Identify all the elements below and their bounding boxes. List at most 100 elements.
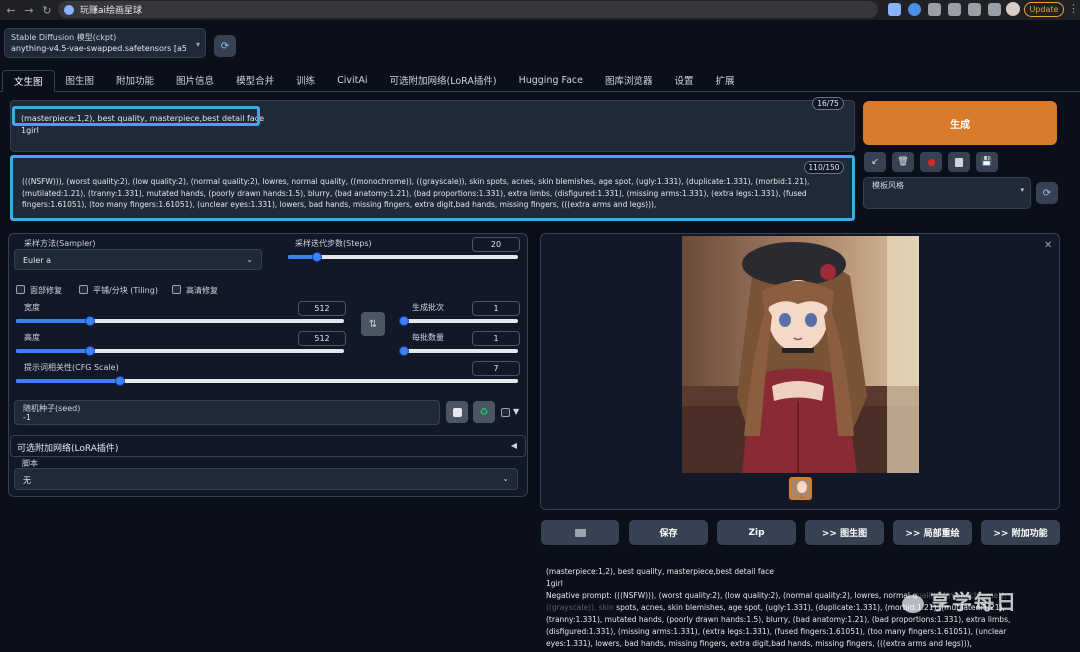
folder-icon [574,528,586,537]
puzzle-icon[interactable] [948,3,961,16]
refresh-checkpoint-button[interactable]: ⟳ [214,35,236,57]
cfg-slider-fill [16,379,120,383]
recycle-seed-button[interactable]: ♻ [473,401,495,423]
sampler-select[interactable]: Euler a ⌄ [14,249,262,270]
triangle-left-icon: ◀ [510,441,517,450]
hires-checkbox[interactable] [172,285,181,294]
save-button[interactable]: 保存 [629,520,708,545]
tab-3[interactable]: 图片信息 [165,69,225,91]
random-seed-button[interactable] [446,401,468,423]
restore-faces-checkbox[interactable] [16,285,25,294]
generate-button[interactable]: 生成 [863,101,1057,145]
height-slider-thumb[interactable] [85,346,96,356]
hires-label: 高清修复 [186,286,218,295]
cfg-input[interactable]: 7 [472,361,520,376]
sampler-value: Euler a [23,256,52,265]
tab-1[interactable]: 图生图 [55,69,106,91]
tab-2[interactable]: 附加功能 [105,69,165,91]
camera-icon[interactable] [928,3,941,16]
tiling-label: 平铺/分块 (Tiling) [93,286,158,295]
chevron-down-icon: ⌄ [246,255,253,264]
width-input[interactable]: 512 [298,301,346,316]
cfg-slider-thumb[interactable] [114,376,125,386]
negative-token-counter: 110/150 [804,161,844,174]
forward-icon[interactable]: → [20,1,38,19]
style-icon[interactable] [920,152,942,172]
checkpoint-select[interactable]: Stable Diffusion 模型(ckpt) anything-v4.5-… [4,28,206,58]
height-input[interactable]: 512 [298,331,346,346]
info-prompt-line-1: (masterpiece:1,2), best quality, masterp… [546,567,774,576]
address-bar[interactable]: 玩赚ai绘画星球 [58,1,878,18]
generated-image[interactable] [682,236,919,473]
negative-prompt-text: (((NSFW))), (worst quality:2), (low qual… [22,177,810,209]
restore-faces-label: 面部修复 [30,286,62,295]
tab-9[interactable]: 图库浏览器 [594,69,664,91]
tab-7[interactable]: 可选附加网络(LoRA插件) [379,69,508,91]
batch-size-slider[interactable] [399,346,518,356]
save-style-icon[interactable]: 💾 [976,152,998,172]
sidebar-icon[interactable] [988,3,1001,16]
arrow-icon[interactable]: ↙ [864,152,886,172]
steps-input[interactable]: 20 [472,237,520,252]
negative-prompt-input[interactable]: (((NSFW))), (worst quality:2), (low qual… [10,155,855,221]
height-slider-fill [16,349,91,353]
refresh-styles-button[interactable]: ⟳ [1036,182,1058,204]
lora-label: 可选附加网络(LoRA插件) [17,444,119,454]
open-folder-button[interactable] [541,520,619,545]
tab-8[interactable]: Hugging Face [508,69,594,91]
tab-4[interactable]: 模型合并 [225,69,285,91]
height-slider[interactable] [16,346,344,356]
swap-dimensions-button[interactable]: ⇅ [361,312,385,336]
send-to-inpaint-button[interactable]: >> 局部重绘 [893,520,972,545]
zip-button[interactable]: Zip [717,520,796,545]
width-slider[interactable] [16,316,344,326]
watermark: 享学每日 [902,586,1018,615]
trash-icon[interactable]: 🗑 [892,152,914,172]
extra-seed-toggle-icon[interactable]: ▼ [513,407,519,416]
batch-count-input[interactable]: 1 [472,301,520,316]
wechat-icon [902,594,924,613]
download-icon[interactable] [968,3,981,16]
close-icon[interactable]: ✕ [1044,240,1052,251]
extension-icon[interactable] [908,3,921,16]
tab-11[interactable]: 扩展 [705,69,746,91]
sampler-label: 采样方法(Sampler) [24,239,96,248]
seed-label: 随机种子(seed) [23,404,81,413]
send-to-img2img-button[interactable]: >> 图生图 [805,520,884,545]
width-label: 宽度 [24,303,40,312]
steps-slider[interactable] [288,252,518,262]
browser-toolbar: ← → ↻ 玩赚ai绘画星球 Update ⋮ [0,0,1080,20]
batch-count-slider[interactable] [399,316,518,326]
cfg-slider[interactable] [16,376,518,386]
batch-size-slider-thumb[interactable] [399,346,409,356]
tab-0[interactable]: 文生图 [2,70,55,92]
gallery-thumbnail[interactable] [789,477,812,500]
clipboard-icon[interactable] [948,152,970,172]
tab-10[interactable]: 设置 [664,69,705,91]
tab-6[interactable]: CivitAi [326,69,378,91]
tab-title: 玩赚ai绘画星球 [80,6,143,16]
reload-icon[interactable]: ↻ [38,1,56,19]
tab-5[interactable]: 训练 [285,69,326,91]
back-icon[interactable]: ← [2,1,20,19]
lora-accordion[interactable]: 可选附加网络(LoRA插件) ◀ [10,435,526,457]
seed-field[interactable]: 随机种子(seed) -1 [14,400,440,425]
script-select[interactable]: 无 ⌄ [14,468,518,490]
send-to-extras-button[interactable]: >> 附加功能 [981,520,1060,545]
update-button[interactable]: Update [1024,2,1064,17]
menu-icon[interactable]: ⋮ [1068,2,1079,15]
prompt-token-counter: 16/75 [812,97,844,110]
tiling-checkbox[interactable] [79,285,88,294]
avatar[interactable] [1006,2,1020,16]
batch-size-input[interactable]: 1 [472,331,520,346]
script-value: 无 [23,476,31,485]
batch-count-slider-thumb[interactable] [399,316,409,326]
style-label: 模板风格 [872,181,904,190]
cfg-label: 提示词相关性(CFG Scale) [24,363,119,372]
extra-seed-checkbox[interactable] [501,408,510,417]
chevron-down-icon: ⌄ [502,474,509,483]
steps-label: 采样迭代步数(Steps) [295,239,372,248]
extension-icon[interactable] [888,3,901,16]
style-select[interactable]: 模板风格 ▾ [863,177,1031,209]
width-slider-thumb[interactable] [85,316,96,326]
